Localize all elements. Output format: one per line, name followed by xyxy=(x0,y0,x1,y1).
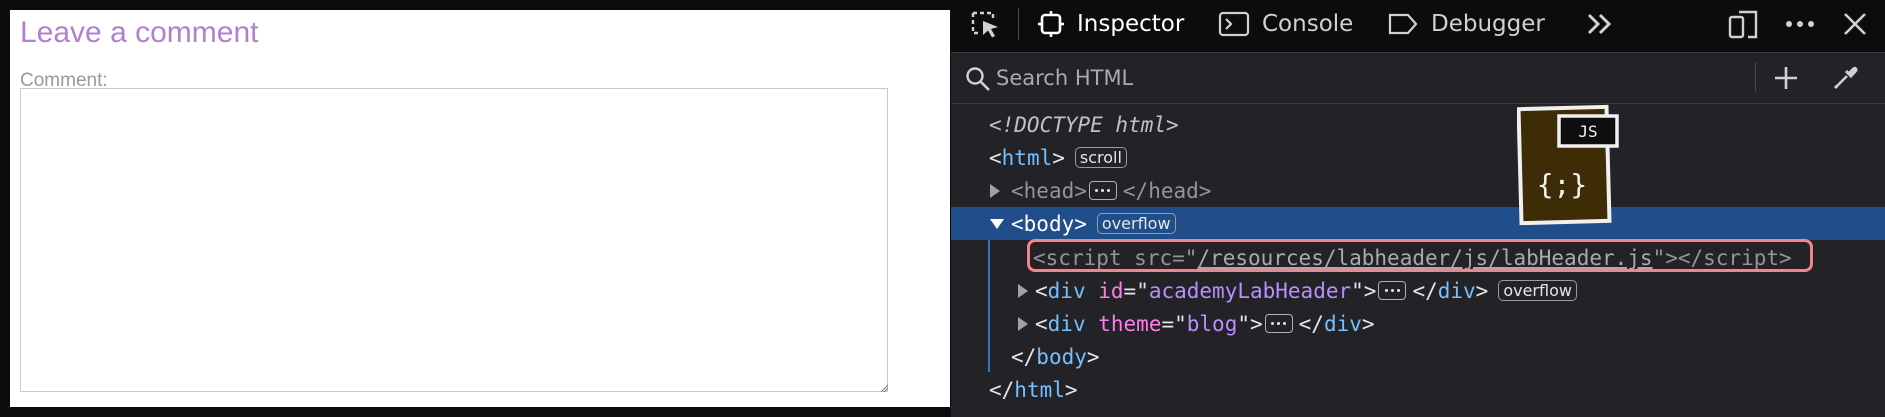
tree-node-doctype[interactable]: <!DOCTYPE html> xyxy=(951,108,1885,141)
search-icon xyxy=(966,67,990,91)
tree-node-body-close[interactable]: </body > xyxy=(951,340,1885,373)
tree-node-body[interactable]: < body > overflow xyxy=(951,207,1885,240)
script-highlight-box xyxy=(1027,239,1813,272)
element-picker-button[interactable] xyxy=(969,0,1003,48)
tab-console[interactable]: Console xyxy=(1218,0,1353,48)
search-html-input[interactable] xyxy=(996,63,1596,93)
search-separator xyxy=(1755,62,1756,92)
scroll-badge[interactable]: scroll xyxy=(1074,147,1127,168)
collapsed-children-ellipsis[interactable] xyxy=(1264,314,1293,333)
js-badge-glyph: {;} xyxy=(1537,168,1588,201)
collapsed-children-ellipsis[interactable] xyxy=(1088,181,1117,200)
page-title: Leave a comment xyxy=(20,16,259,49)
tab-console-label: Console xyxy=(1262,11,1354,37)
resize-grip-icon[interactable] xyxy=(880,384,888,392)
expand-arrow-icon[interactable] xyxy=(989,183,1001,199)
collapse-arrow-icon[interactable] xyxy=(989,218,1005,230)
tree-node-html[interactable]: < html > scroll xyxy=(951,141,1885,174)
tree-node-div-lab-header[interactable]: < div id =" academyLabHeader "> </div > overf… xyxy=(951,274,1885,307)
js-file-icon: JS {;} xyxy=(1517,104,1619,226)
comment-textarea[interactable] xyxy=(20,88,888,392)
expand-arrow-icon[interactable] xyxy=(1017,316,1029,332)
more-tools-button[interactable] xyxy=(1584,0,1616,48)
console-icon xyxy=(1218,11,1250,37)
double-chevron-icon xyxy=(1587,13,1612,35)
devtools-toolbar: Inspector Console Debugger xyxy=(951,0,1885,53)
overflow-badge[interactable]: overflow xyxy=(1498,280,1577,301)
html-search-bar xyxy=(951,53,1885,104)
tree-node-head[interactable]: < head > </head > xyxy=(951,174,1885,207)
tree-node-div-theme-blog[interactable]: < div theme =" blog "> </div > xyxy=(951,307,1885,340)
add-node-icon[interactable] xyxy=(1773,65,1799,91)
overflow-badge[interactable]: overflow xyxy=(1096,213,1176,234)
tab-debugger-label: Debugger xyxy=(1431,11,1545,37)
responsive-mode-button[interactable] xyxy=(1726,0,1760,48)
close-icon xyxy=(1844,13,1866,35)
tab-inspector[interactable]: Inspector xyxy=(1037,0,1184,48)
close-devtools-button[interactable] xyxy=(1841,0,1869,48)
tree-node-html-close[interactable]: </html > xyxy=(951,373,1885,406)
eyedropper-icon[interactable] xyxy=(1832,65,1858,91)
devtools-panel: Inspector Console Debugger Search HTML <… xyxy=(951,0,1885,417)
web-page-pane: Leave a comment Comment: xyxy=(10,10,950,407)
inspector-icon xyxy=(1038,11,1064,37)
js-badge-label: JS xyxy=(1578,122,1597,141)
collapsed-children-ellipsis[interactable] xyxy=(1378,281,1407,300)
tab-debugger[interactable]: Debugger xyxy=(1387,0,1545,48)
responsive-design-icon xyxy=(1728,10,1758,39)
tab-inspector-label: Inspector xyxy=(1077,11,1185,37)
toolbar-separator xyxy=(1018,8,1019,40)
expand-arrow-icon[interactable] xyxy=(1017,283,1029,299)
element-picker-icon xyxy=(971,11,998,38)
debugger-icon xyxy=(1388,13,1418,35)
more-options-icon xyxy=(1786,21,1814,27)
options-menu-button[interactable] xyxy=(1783,0,1817,48)
